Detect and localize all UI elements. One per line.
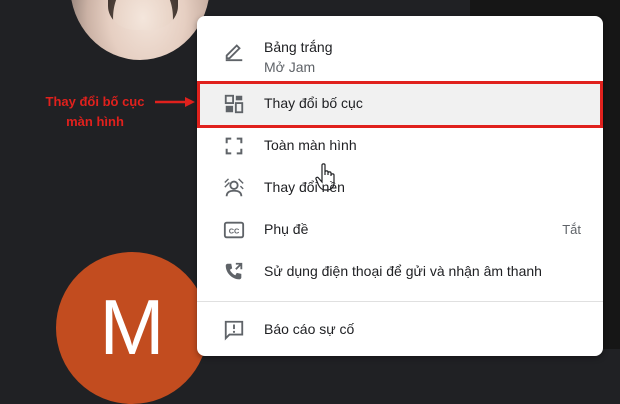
annotation-arrow-icon bbox=[155, 97, 195, 107]
annotation-line-1: Thay đổi bố cục bbox=[45, 94, 145, 109]
participant-photo-face bbox=[108, 0, 178, 30]
captions-status: Tắt bbox=[562, 222, 581, 237]
report-icon bbox=[223, 319, 245, 341]
annotation-label: Thay đổi bố cục màn hình bbox=[30, 92, 160, 132]
more-options-menu: Bảng trắng Mở Jam Thay đổi bố cục Toàn m… bbox=[197, 16, 603, 356]
menu-item-change-layout-label: Thay đổi bố cục bbox=[264, 95, 363, 111]
menu-item-fullscreen[interactable]: Toàn màn hình bbox=[197, 125, 603, 167]
participant-avatar: M bbox=[56, 252, 208, 404]
menu-item-report-problem-label: Báo cáo sự cố bbox=[264, 321, 355, 337]
fullscreen-icon bbox=[223, 135, 245, 157]
menu-item-fullscreen-label: Toàn màn hình bbox=[264, 137, 357, 153]
menu-item-phone-audio[interactable]: Sử dụng điện thoại để gửi và nhận âm tha… bbox=[197, 251, 603, 293]
participant-photo bbox=[70, 0, 210, 60]
pen-icon bbox=[223, 40, 245, 62]
menu-item-whiteboard-sub: Mở Jam bbox=[264, 59, 316, 75]
layout-icon bbox=[223, 93, 245, 115]
phone-forward-icon bbox=[223, 261, 245, 283]
menu-item-change-background[interactable]: Thay đổi nền bbox=[197, 167, 603, 209]
menu-item-change-background-label: Thay đổi nền bbox=[264, 179, 345, 195]
annotation-line-2: màn hình bbox=[66, 114, 124, 129]
menu-divider bbox=[197, 301, 603, 302]
menu-item-report-problem[interactable]: Báo cáo sự cố bbox=[197, 309, 603, 351]
menu-item-captions[interactable]: CC Phụ đề Tắt bbox=[197, 209, 603, 251]
svg-text:CC: CC bbox=[229, 227, 240, 236]
menu-item-change-layout[interactable]: Thay đổi bố cục bbox=[197, 83, 603, 191]
cc-icon: CC bbox=[223, 219, 245, 241]
menu-item-whiteboard-label: Bảng trắng bbox=[264, 39, 333, 55]
background-icon bbox=[223, 177, 245, 199]
menu-item-phone-audio-label: Sử dụng điện thoại để gửi và nhận âm tha… bbox=[264, 263, 542, 279]
menu-item-captions-label: Phụ đề bbox=[264, 221, 309, 237]
menu-item-whiteboard[interactable]: Bảng trắng Mở Jam bbox=[197, 26, 603, 76]
